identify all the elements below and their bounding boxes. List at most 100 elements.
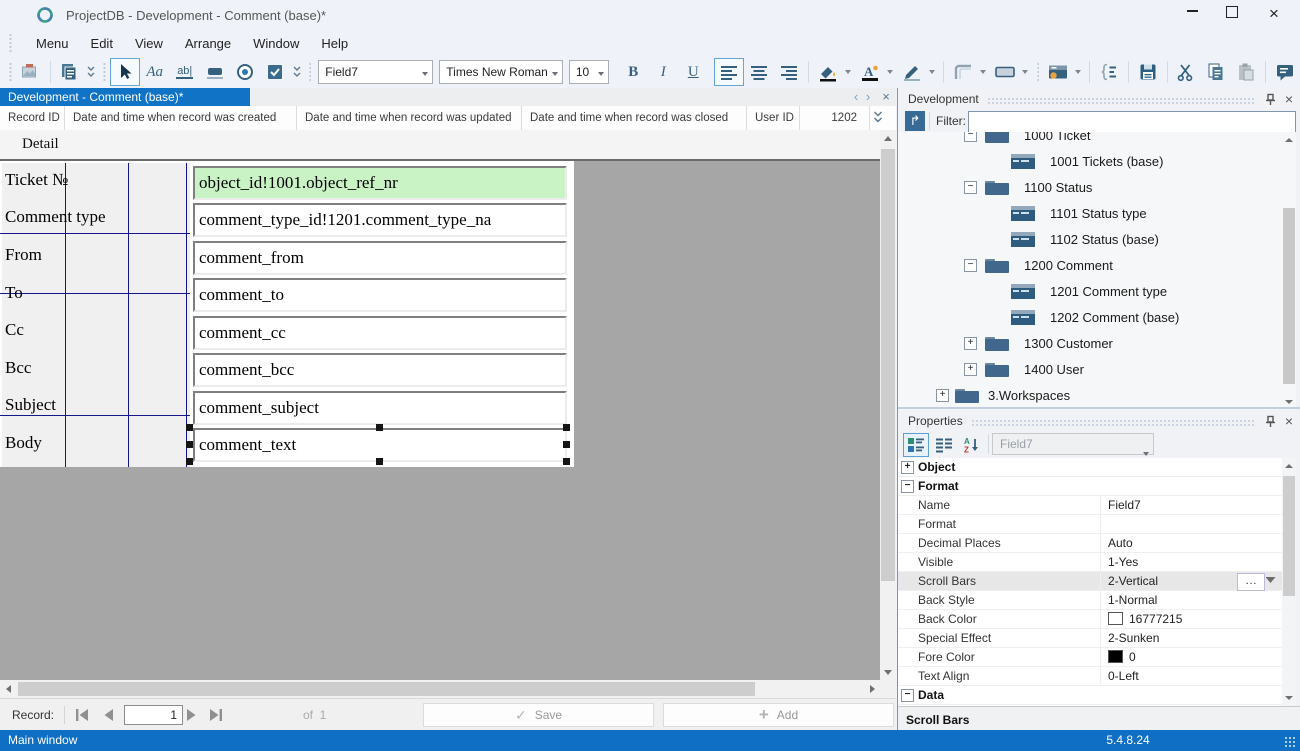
menu-item-edit[interactable]: Edit (80, 32, 124, 55)
column-overflow-chevron-icon[interactable] (872, 110, 884, 126)
add-record-button[interactable]: + Add (663, 703, 894, 727)
selection-handle[interactable] (563, 441, 570, 448)
chevron-down-icon[interactable] (1265, 576, 1276, 584)
tree-item-1200-comment[interactable]: −1200 Comment (898, 252, 1282, 278)
highlighter-button[interactable] (897, 58, 927, 86)
first-record-button[interactable] (72, 707, 92, 723)
horizontal-scrollbar[interactable] (0, 680, 896, 698)
selection-handle[interactable] (186, 458, 193, 465)
menu-item-menu[interactable]: Menu (25, 32, 80, 55)
alphabetical-view-button[interactable] (931, 433, 957, 457)
comment-button[interactable] (1270, 58, 1300, 86)
form-field[interactable]: comment_subject (193, 391, 567, 425)
property-row-decimal-places[interactable]: Decimal PlacesAuto (898, 534, 1282, 553)
radio-tool-button[interactable] (230, 58, 260, 86)
column-header[interactable]: User ID (747, 106, 800, 130)
selection-handle[interactable] (563, 458, 570, 465)
layout-list-button[interactable] (54, 58, 84, 86)
property-row-back-color[interactable]: Back Color16777215 (898, 610, 1282, 629)
tree-item-1101-status-type[interactable]: 1101 Status type (898, 200, 1282, 226)
property-row-special-effect[interactable]: Special Effect2-Sunken (898, 629, 1282, 648)
expand-icon[interactable]: + (901, 461, 914, 474)
selection-handle[interactable] (186, 441, 193, 448)
record-number-input[interactable]: 1 (124, 705, 183, 725)
properties-scrollbar[interactable] (1282, 458, 1296, 706)
form-field[interactable]: comment_type_id!1201.comment_type_na (193, 203, 567, 237)
underline-button[interactable]: U (678, 58, 708, 86)
resize-grip[interactable] (1284, 736, 1296, 748)
collapse-icon[interactable]: − (901, 689, 914, 702)
property-value[interactable]: Auto (1108, 534, 1133, 552)
insert-image-button[interactable] (16, 58, 46, 86)
tree-scrollbar[interactable] (1282, 132, 1296, 410)
scroll-up-arrow[interactable] (880, 130, 896, 146)
scrollbar-thumb[interactable] (18, 682, 755, 696)
tree-item-1201-comment-type[interactable]: 1201 Comment type (898, 278, 1282, 304)
properties-object-combo[interactable]: Field7 (992, 433, 1154, 455)
form-designer-canvas[interactable]: Detail Ticket №Comment typeFromToCcBccSu… (0, 130, 880, 680)
paste-button[interactable] (1231, 58, 1261, 86)
tab-close-icon[interactable]: × (880, 88, 892, 106)
form-label[interactable]: Cc (5, 318, 24, 342)
tab-scroll-right-icon[interactable]: › (862, 88, 874, 106)
label-tool-button[interactable]: Aa (140, 58, 170, 86)
last-record-button[interactable] (206, 707, 226, 723)
font-color-button[interactable]: A (855, 58, 885, 86)
copy-button[interactable] (1201, 58, 1231, 86)
panel-close-icon[interactable]: × (1281, 91, 1297, 107)
subform-button[interactable] (1043, 58, 1073, 86)
column-header[interactable]: Date and time when record was closed (522, 106, 747, 130)
column-header[interactable]: Record ID (0, 106, 65, 130)
tree-item-1102-status-base-[interactable]: 1102 Status (base) (898, 226, 1282, 252)
tree-item-1001-tickets-base-[interactable]: 1001 Tickets (base) (898, 148, 1282, 174)
field-selector-combo[interactable]: Field7 (318, 60, 433, 84)
scrollbar-thumb[interactable] (881, 149, 895, 581)
property-value[interactable]: 1-Yes (1108, 553, 1138, 571)
scroll-right-arrow[interactable] (864, 680, 880, 698)
property-value[interactable]: 1-Normal (1108, 591, 1157, 609)
collapse-icon[interactable]: − (964, 259, 977, 272)
selection-handle[interactable] (186, 424, 193, 431)
property-row-name[interactable]: NameField7 (898, 496, 1282, 515)
tree-item-1202-comment-base-[interactable]: 1202 Comment (base) (898, 304, 1282, 330)
selection-handle[interactable] (376, 458, 383, 465)
scroll-down-arrow[interactable] (880, 664, 896, 680)
scrollbar-thumb[interactable] (1283, 476, 1295, 596)
checkbox-tool-button[interactable] (260, 58, 290, 86)
scroll-left-arrow[interactable] (0, 680, 16, 698)
form-label[interactable]: Bcc (5, 356, 31, 380)
property-row-format[interactable]: Format (898, 515, 1282, 534)
tab-scroll-left-icon[interactable]: ‹ (850, 88, 862, 106)
border-corner-button[interactable] (948, 58, 978, 86)
font-family-combo[interactable]: Times New Roman (439, 60, 563, 84)
scroll-up-arrow[interactable] (1282, 460, 1296, 472)
pin-icon[interactable] (1262, 413, 1278, 429)
vertical-scrollbar[interactable] (880, 130, 896, 680)
form-field[interactable]: comment_cc (193, 316, 567, 350)
chevron-down-icon[interactable] (980, 70, 986, 74)
filter-input[interactable] (968, 111, 1296, 133)
form-label[interactable]: Body (5, 431, 42, 455)
scroll-up-arrow[interactable] (1282, 134, 1296, 146)
menu-item-help[interactable]: Help (310, 32, 359, 55)
cut-button[interactable] (1171, 58, 1201, 86)
property-value[interactable]: 16777215 (1108, 610, 1182, 628)
scroll-down-arrow[interactable] (1282, 692, 1296, 704)
chevron-down-icon[interactable] (1022, 70, 1028, 74)
align-right-button[interactable] (774, 58, 804, 86)
property-value[interactable]: 2-Vertical (1108, 572, 1158, 590)
property-value[interactable]: 2-Sunken (1108, 629, 1159, 647)
select-tool-button[interactable] (110, 58, 140, 86)
collapse-icon[interactable]: − (964, 181, 977, 194)
menu-item-window[interactable]: Window (242, 32, 310, 55)
tab-development-comment[interactable]: Development - Comment (base)* (0, 88, 250, 106)
font-size-combo[interactable]: 10 (569, 60, 609, 84)
property-row-scroll-bars[interactable]: Scroll Bars2-Vertical… (898, 572, 1282, 591)
form-field[interactable]: comment_from (193, 241, 567, 275)
menu-item-arrange[interactable]: Arrange (174, 32, 242, 55)
chevron-down-icon[interactable] (1075, 70, 1081, 74)
save-button[interactable] (1133, 58, 1163, 86)
property-group-data[interactable]: −Data (898, 686, 1282, 705)
property-value[interactable]: Field7 (1108, 496, 1141, 514)
column-header[interactable]: Date and time when record was updated (297, 106, 522, 130)
